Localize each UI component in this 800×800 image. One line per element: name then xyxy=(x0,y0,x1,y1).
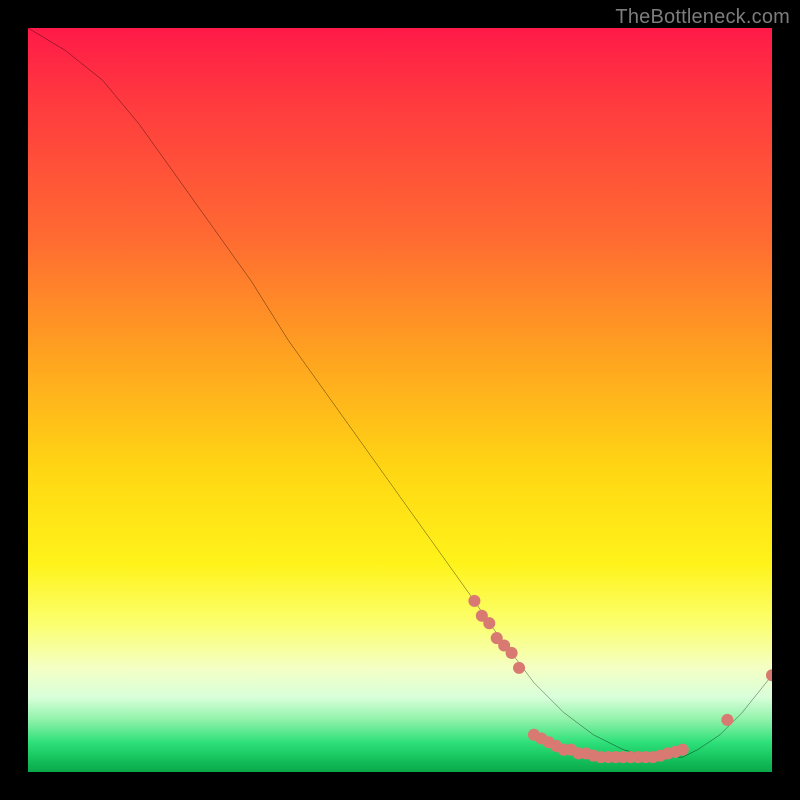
curve-line xyxy=(28,28,772,757)
curve-marker xyxy=(513,662,525,674)
curve-marker xyxy=(468,595,480,607)
curve-marker xyxy=(721,714,733,726)
chart-root: TheBottleneck.com xyxy=(0,0,800,800)
chart-svg xyxy=(28,28,772,772)
curve-marker xyxy=(677,744,689,756)
curve-markers xyxy=(468,595,772,763)
curve-marker xyxy=(766,669,772,681)
curve-marker xyxy=(483,617,495,629)
plot-area xyxy=(28,28,772,772)
curve-marker xyxy=(506,647,518,659)
series-bottleneck-curve xyxy=(28,28,772,757)
watermark-text: TheBottleneck.com xyxy=(615,6,790,29)
